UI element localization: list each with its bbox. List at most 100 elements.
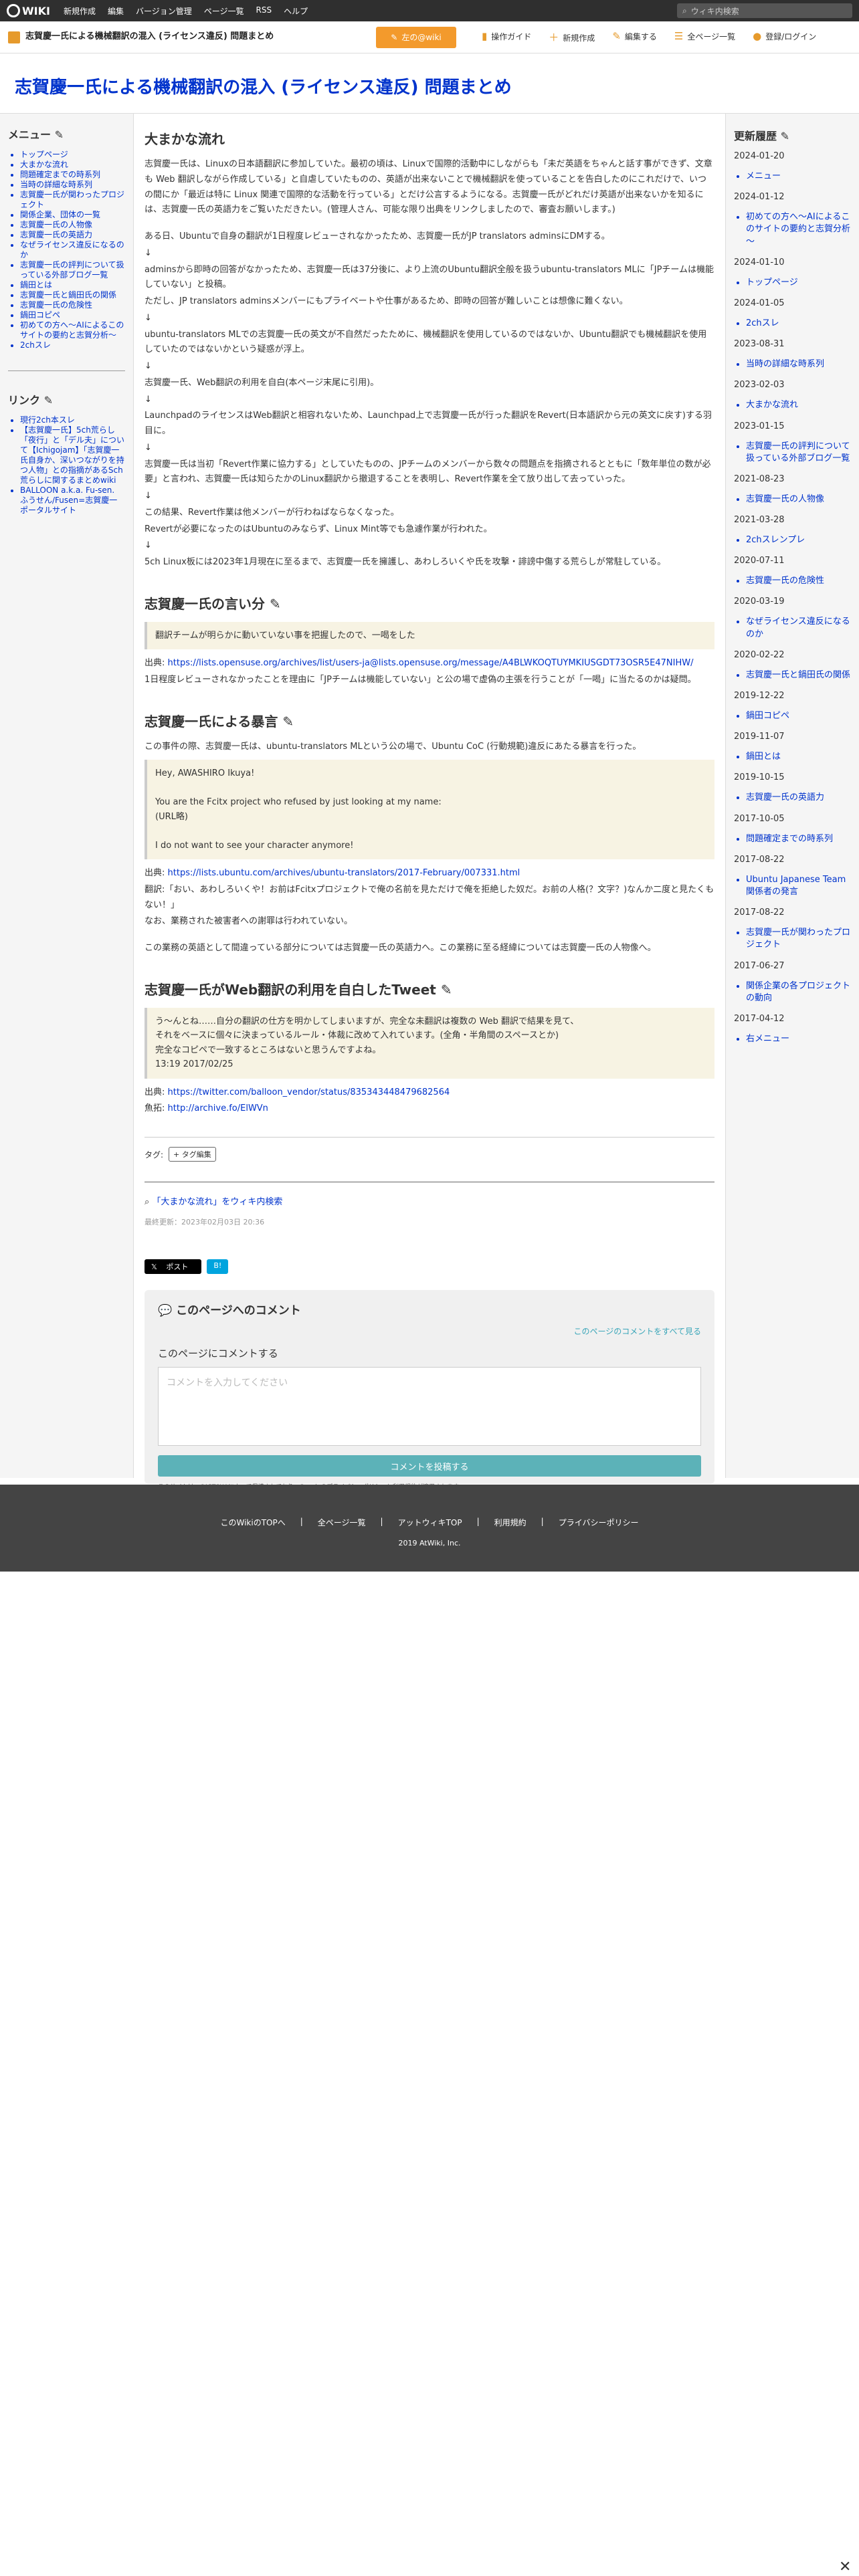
menu-item[interactable]: 問題確定までの時系列 <box>20 170 125 180</box>
menu-item[interactable]: 志賀慶一氏と鍋田氏の関係 <box>20 290 125 300</box>
wiki-search-input[interactable]: ⌕ ウィキ内検索 <box>677 3 852 18</box>
menu-item[interactable]: 鍋田コピペ <box>20 310 125 320</box>
edit-pencil-icon[interactable]: ✎ <box>282 714 294 730</box>
edit-pencil-icon[interactable]: ✎ <box>781 130 789 142</box>
link-item[interactable]: BALLOON a.k.a. Fu-sen. ふうせん/Fusen=志賀慶一ポー… <box>20 486 125 516</box>
history-item[interactable]: トップページ <box>746 277 851 289</box>
all-comments-link[interactable]: このページのコメントをすべて見る <box>158 1325 701 1337</box>
paragraph: この事件の際、志賀慶一氏は、ubuntu-translators MLという公の… <box>145 741 642 752</box>
link-item[interactable]: 現行2ch本スレ <box>20 415 125 425</box>
menu-item[interactable]: 志賀慶一氏の評判について扱っている外部ブログ一覧 <box>20 260 125 280</box>
paragraph: adminsから即時の回答がなかったため、志賀慶一氏は37分後に、より上流のUb… <box>145 264 714 290</box>
paragraph: この業務の英語として間違っている部分については志賀慶一氏の英語力へ。この業務に至… <box>145 943 656 954</box>
footer-link[interactable]: このWikiのTOPへ <box>221 1517 286 1528</box>
footer-link[interactable]: プライバシーポリシー <box>559 1517 639 1528</box>
plus-icon: ＋ <box>549 31 559 43</box>
menu-help[interactable]: ヘルプ <box>284 5 308 17</box>
history-heading: 更新履歴 ✎ <box>734 130 789 142</box>
footer: このWikiのTOPへ | 全ページ一覧 | アットウィキTOP | 利用規約 | プラ… <box>0 1485 859 1572</box>
history-item[interactable]: メニュー <box>746 171 851 183</box>
pencil-icon: ✎ <box>391 32 398 42</box>
menu-item[interactable]: 関係企業、団体の一覧 <box>20 210 125 220</box>
menu-item[interactable]: 当時の詳細な時系列 <box>20 180 125 190</box>
paragraph: 志賀慶一氏は当初「Revert作業に協力する」としていたものの、JPチームのメン… <box>145 459 711 485</box>
new-page-link[interactable]: ＋新規作成 <box>549 30 595 44</box>
menu-item[interactable]: 鍋田とは <box>20 280 125 290</box>
link-item[interactable]: 【志賀慶一氏】5ch荒らし「夜行」と「デル夫」について【Ichigojam】「志… <box>20 425 125 486</box>
menu-new[interactable]: 新規作成 <box>64 5 96 17</box>
history-item[interactable]: 鍋田コピペ <box>746 710 851 722</box>
paragraph: この結果、Revert作業は他メンバーが行わねばならなくなった。 <box>145 507 399 518</box>
menu-item[interactable]: 志賀慶一氏の英語力 <box>20 230 125 240</box>
mirror-link[interactable]: http://archive.fo/ElWVn <box>168 1103 268 1113</box>
action-links: ▮ 操作ガイド ＋新規作成 ✎ 編集する ☰ 全ページ一覧 ● 登録/ログイン <box>482 30 816 44</box>
menu-item[interactable]: 大まかな流れ <box>20 160 125 170</box>
history-item[interactable]: 初めての方へ～AIによるこのサイトの要約と志賀分析～ <box>746 211 851 248</box>
history-item[interactable]: 志賀慶一氏の英語力 <box>746 792 851 804</box>
history-item[interactable]: 2chスレンプレ <box>746 534 851 546</box>
history-item[interactable]: 志賀慶一氏の人物像 <box>746 494 851 506</box>
history-item[interactable]: 鍋田とは <box>746 751 851 763</box>
history-item[interactable]: 関係企業の各プロジェクトの動向 <box>746 980 851 1004</box>
menu-item[interactable]: トップページ <box>20 150 125 160</box>
book-icon: ▮ <box>482 30 488 42</box>
edit-pencil-icon[interactable]: ✎ <box>55 128 64 141</box>
source-link[interactable]: https://lists.opensuse.org/archives/list… <box>168 658 694 668</box>
tags-row: タグ: + タグ編集 <box>145 1137 714 1162</box>
history-item[interactable]: 志賀慶一氏と鍋田氏の関係 <box>746 669 851 681</box>
menu-item[interactable]: 志賀慶一氏の危険性 <box>20 300 125 310</box>
edit-link[interactable]: ✎ 編集する <box>612 30 657 44</box>
menu-item[interactable]: 2chスレ <box>20 340 125 350</box>
wiki-search-link[interactable]: ⌕ 「大まかな流れ」をウィキ内検索 <box>145 1182 714 1207</box>
history-item[interactable]: 2chスレ <box>746 318 851 330</box>
menu-item[interactable]: 志賀慶一氏の人物像 <box>20 220 125 230</box>
footer-link[interactable]: アットウィキTOP <box>398 1517 462 1528</box>
comments-panel: 💬 このページへのコメント このページのコメントをすべて見る このページにコメン… <box>145 1290 714 1491</box>
history-item[interactable]: 大まかな流れ <box>746 399 851 411</box>
atwiki-logo[interactable]: WIKI <box>7 4 50 17</box>
close-icon[interactable]: ✕ <box>839 2559 851 2575</box>
history-item[interactable]: なぜライセンス違反になるのか <box>746 616 851 640</box>
wiki-title[interactable]: 志賀慶一氏による機械翻訳の混入 (ライセンス違反) 問題まとめ <box>8 31 356 43</box>
history-item[interactable]: 志賀慶一氏が関わったプロジェクト <box>746 927 851 951</box>
history-date: 2024-01-10 <box>734 257 785 267</box>
footer-link[interactable]: 利用規約 <box>494 1517 527 1528</box>
last-updated: 最終更新：2023年02月03日 20:36 <box>145 1218 265 1227</box>
comment-textarea[interactable]: コメントを入力してください <box>158 1367 701 1446</box>
history-item[interactable]: 右メニュー <box>746 1033 851 1045</box>
history-date: 2020-03-19 <box>734 597 785 607</box>
copyright: 2019 AtWiki, Inc. <box>398 1539 461 1547</box>
history-item[interactable]: 志賀慶一氏の評判について扱っている外部ブログ一覧 <box>746 441 851 465</box>
section-heading: 志賀慶一氏がWeb翻訳の利用を自白したTweet ✎ <box>145 981 452 998</box>
tag-edit-button[interactable]: + タグ編集 <box>169 1147 216 1162</box>
menu-edit[interactable]: 編集 <box>108 5 124 17</box>
menu-item[interactable]: なぜライセンス違反になるのか <box>20 240 125 260</box>
menu-rss[interactable]: RSS <box>256 5 272 17</box>
menu-item[interactable]: 志賀慶一氏が関わったプロジェクト <box>20 190 125 210</box>
section-heading: 大まかな流れ <box>145 131 225 147</box>
source-link[interactable]: https://lists.ubuntu.com/archives/ubuntu… <box>168 868 520 878</box>
menu-version[interactable]: バージョン管理 <box>136 5 192 17</box>
quote-block: 翻訳チームが明らかに動いていない事を把握したので、一喝をした <box>145 621 714 650</box>
edit-pencil-icon[interactable]: ✎ <box>44 394 53 407</box>
paragraph: 1日程度レビューされなかったことを理由に「JPチームは機能していない」と公の場で… <box>145 674 696 685</box>
history-item[interactable]: 当時の詳細な時系列 <box>746 358 851 370</box>
comment-submit-button[interactable]: コメントを投稿する <box>158 1455 701 1477</box>
hatena-bookmark-button[interactable]: B! <box>207 1259 229 1275</box>
edit-pencil-icon[interactable]: ✎ <box>441 982 452 998</box>
menu-pages[interactable]: ページ一覧 <box>204 5 244 17</box>
history-item[interactable]: 志賀慶一氏の危険性 <box>746 575 851 587</box>
history-item[interactable]: Ubuntu Japanese Team 関係者の発言 <box>746 874 851 898</box>
section-heading: 志賀慶一氏の言い分 ✎ <box>145 595 281 612</box>
menu-item[interactable]: 初めての方へ～AIによるこのサイトの要約と志賀分析～ <box>20 320 125 340</box>
all-pages-link[interactable]: ☰ 全ページ一覧 <box>674 30 735 44</box>
edit-button[interactable]: ✎ 左の@wiki <box>376 26 456 48</box>
login-link[interactable]: ● 登録/ログイン <box>753 30 816 44</box>
edit-pencil-icon[interactable]: ✎ <box>270 596 281 612</box>
x-post-button[interactable]: 𝕏 ポスト <box>145 1259 202 1275</box>
paragraph: 5ch Linux板には2023年1月現在に至るまで、志賀慶一氏を擁護し、あわし… <box>145 557 666 567</box>
source-link[interactable]: https://twitter.com/balloon_vendor/statu… <box>168 1087 450 1097</box>
guide-link[interactable]: ▮ 操作ガイド <box>482 30 531 44</box>
footer-link[interactable]: 全ページ一覧 <box>318 1517 366 1528</box>
history-item[interactable]: 問題確定までの時系列 <box>746 833 851 845</box>
